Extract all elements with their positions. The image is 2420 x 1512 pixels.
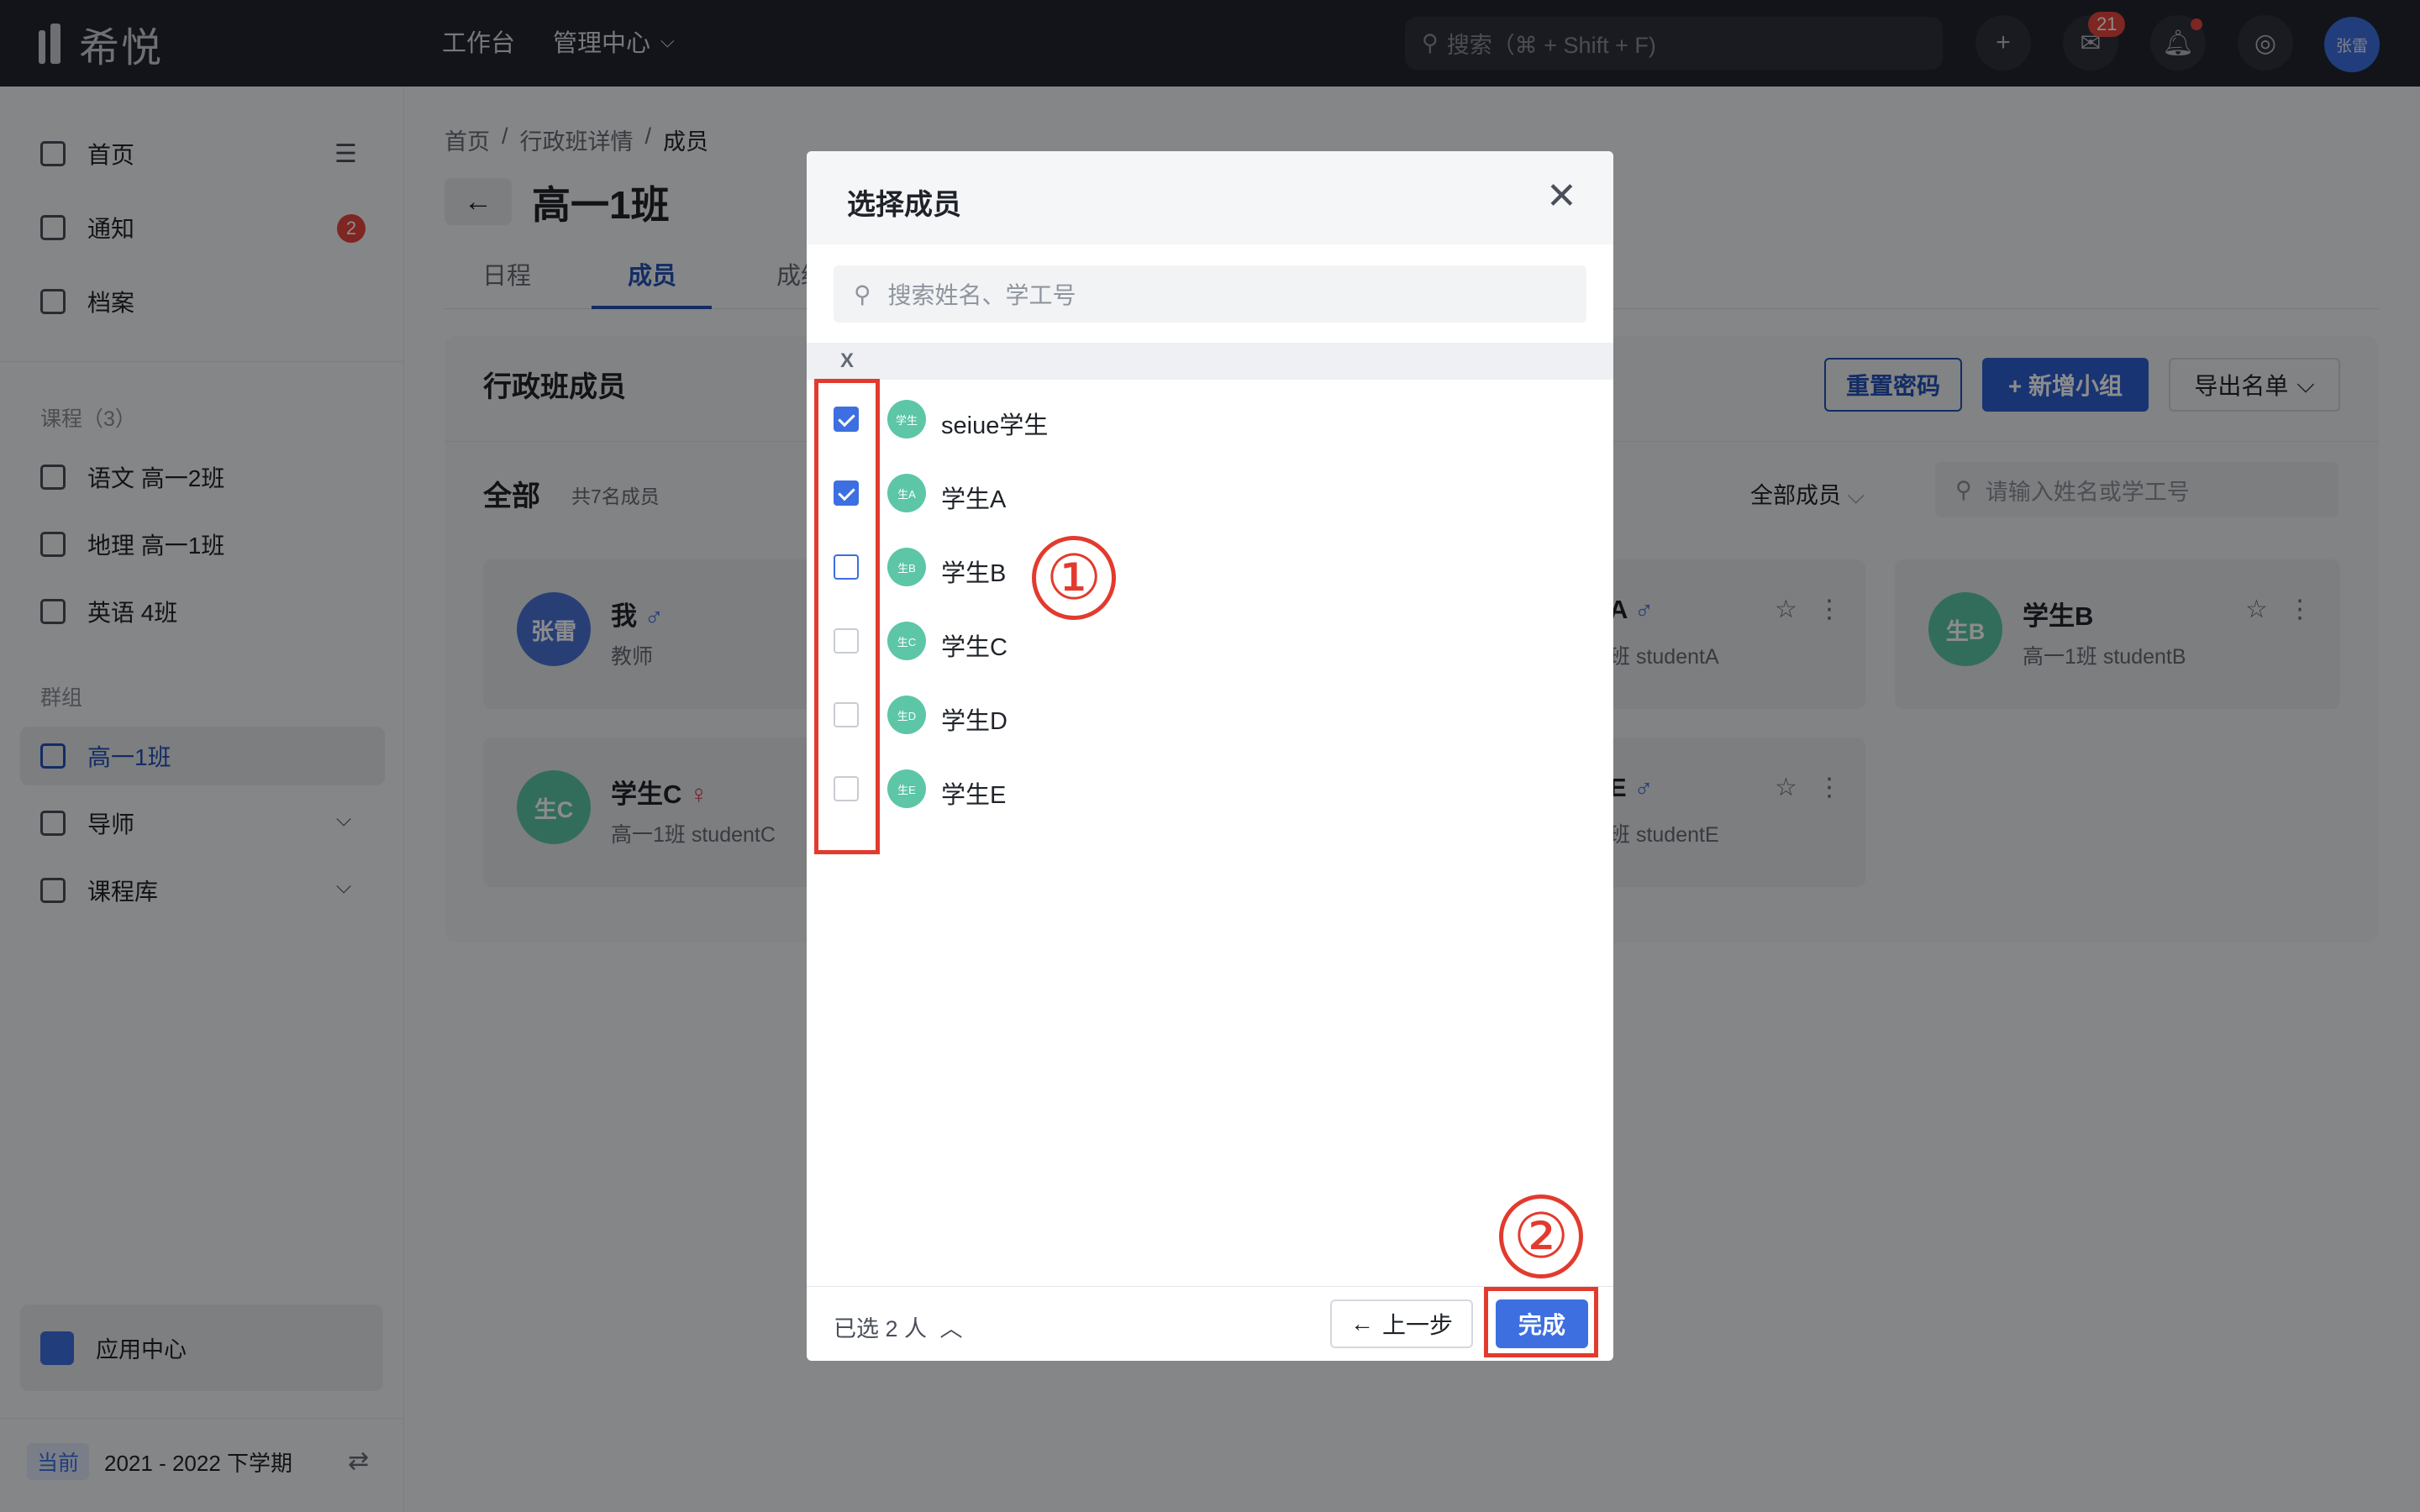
list-item[interactable]: 生D 学生D <box>807 678 1613 752</box>
member-name: 学生E <box>941 782 1007 809</box>
previous-step-button[interactable]: ← 上一步 <box>1330 1299 1473 1348</box>
search-icon: ⚲ <box>854 281 871 307</box>
dialog-search-placeholder: 搜索姓名、学工号 <box>887 282 1076 308</box>
annotation-step-1: ① <box>1032 536 1116 620</box>
previous-step-label: 上一步 <box>1381 1312 1453 1338</box>
dialog-search-input[interactable]: ⚲ 搜索姓名、学工号 <box>834 265 1586 323</box>
chevron-up-icon: ︿ <box>939 1316 963 1341</box>
annotation-step-2: ② <box>1499 1194 1583 1278</box>
member-name: 学生A <box>941 486 1007 513</box>
list-item[interactable]: 生E 学生E <box>807 752 1613 826</box>
list-item[interactable]: 生C 学生C <box>807 604 1613 678</box>
alpha-group-letter: X <box>840 349 855 372</box>
list-item[interactable]: 学生 seiue学生 <box>807 382 1613 456</box>
arrow-left-icon: ← <box>1349 1310 1374 1336</box>
selected-count-label: 已选 2 人 <box>834 1316 928 1341</box>
annotation-highlight-checkboxes <box>814 379 880 854</box>
avatar: 生A <box>887 474 926 512</box>
annotation-highlight-finish <box>1484 1287 1598 1357</box>
dialog-title: 选择成员 <box>847 189 961 221</box>
list-item[interactable]: 生A 学生A <box>807 456 1613 530</box>
member-name: seiue学生 <box>941 412 1049 439</box>
select-members-dialog: 选择成员 ✕ ⚲ 搜索姓名、学工号 X 学生 seiue学生 生A 学生A 生B… <box>807 151 1613 1361</box>
selected-count-toggle[interactable]: 已选 2 人 ︿ <box>834 1310 963 1343</box>
avatar: 生C <box>887 622 926 660</box>
close-icon[interactable]: ✕ <box>1546 175 1577 218</box>
avatar: 学生 <box>887 400 926 438</box>
list-item[interactable]: 生B 学生B <box>807 530 1613 604</box>
alpha-group-header <box>807 343 1613 380</box>
avatar: 生D <box>887 696 926 734</box>
avatar: 生B <box>887 548 926 586</box>
member-name: 学生C <box>941 634 1007 661</box>
member-name: 学生D <box>941 708 1007 735</box>
avatar: 生E <box>887 769 926 808</box>
member-name: 学生B <box>941 560 1007 587</box>
